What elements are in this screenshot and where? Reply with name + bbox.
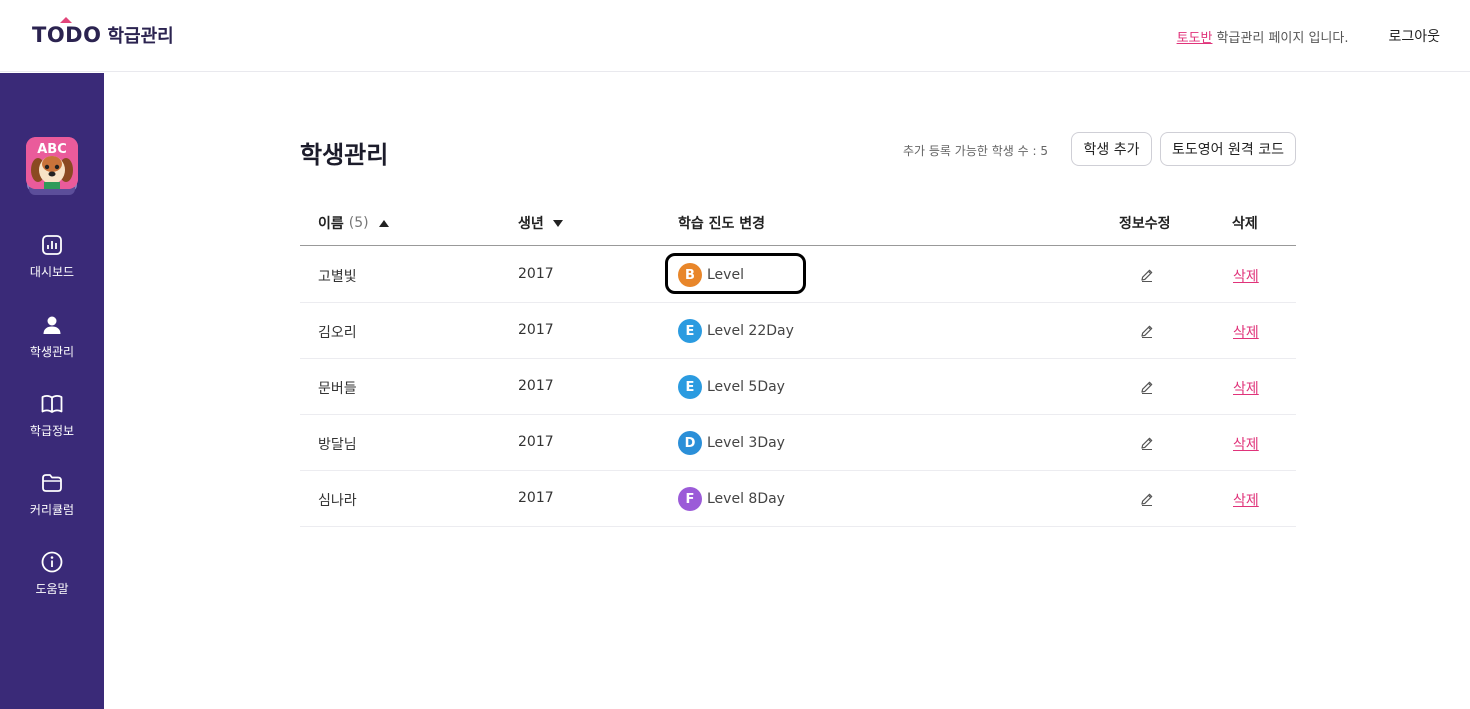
sidebar-item-label: 커리큘럼 xyxy=(29,503,75,517)
column-header-delete: 삭제 xyxy=(1232,213,1258,233)
page-title: 학생관리 xyxy=(300,141,389,169)
sidebar-item-label: 학급정보 xyxy=(29,424,75,438)
delete-link[interactable]: 삭제 xyxy=(1233,322,1259,342)
edit-pencil-icon[interactable] xyxy=(1139,491,1155,507)
column-name-sort[interactable]: 이름 (5) xyxy=(318,213,389,233)
level-text: Level 8Day xyxy=(707,491,785,507)
birth-year: 2017 xyxy=(518,490,554,506)
column-header-name: 이름 xyxy=(318,216,344,232)
delete-link[interactable]: 삭제 xyxy=(1233,266,1259,286)
avatar-dog-image: ABC xyxy=(26,137,78,189)
column-year-sort[interactable]: 생년 xyxy=(518,213,563,233)
capacity-text: 추가 등록 가능한 학생 수 : 5 xyxy=(903,144,1048,158)
column-header-progress-label: 학습 진도 변경 xyxy=(678,216,766,232)
student-name: 문버들 xyxy=(318,381,357,397)
info-icon xyxy=(41,551,63,573)
logout-button[interactable]: 로그아웃 xyxy=(1388,26,1440,46)
edit-pencil-icon[interactable] xyxy=(1139,379,1155,395)
level-change-button[interactable]: F Level 8Day xyxy=(678,487,785,511)
header-right: 토도반 학급관리 페이지 입니다. 로그아웃 xyxy=(1177,26,1440,46)
sidebar-item-label: 대시보드 xyxy=(29,265,75,279)
sidebar-item-label: 도움말 xyxy=(35,582,69,596)
level-change-button[interactable]: E Level 22Day xyxy=(678,319,794,343)
column-header-progress: 학습 진도 변경 xyxy=(678,213,765,233)
sidebar-item-curriculum[interactable]: 커리큘럼 xyxy=(0,471,104,518)
level-change-button[interactable]: B Level xyxy=(678,263,744,287)
level-text: Level 5Day xyxy=(707,379,785,395)
birth-year: 2017 xyxy=(518,266,554,282)
column-header-delete-label: 삭제 xyxy=(1232,216,1258,232)
level-change-button[interactable]: D Level 3Day xyxy=(678,431,785,455)
book-icon xyxy=(41,395,63,413)
dog-illustration: ABC xyxy=(26,137,78,189)
sort-ascending-icon xyxy=(378,219,389,227)
column-header-edit: 정보수정 xyxy=(1119,213,1171,233)
sidebar-item-class-info[interactable]: 학급정보 xyxy=(0,392,104,439)
level-badge: E xyxy=(678,375,702,399)
edit-pencil-icon[interactable] xyxy=(1139,435,1155,451)
level-badge: B xyxy=(678,263,702,287)
level-badge: E xyxy=(678,319,702,343)
sidebar-item-dashboard[interactable]: 대시보드 xyxy=(0,233,104,280)
level-badge: D xyxy=(678,431,702,455)
logo-todo: TODO xyxy=(32,17,102,47)
column-header-edit-label: 정보수정 xyxy=(1119,216,1171,232)
sidebar-item-help[interactable]: 도움말 xyxy=(0,550,104,597)
folder-icon xyxy=(42,474,62,492)
delete-link[interactable]: 삭제 xyxy=(1233,434,1259,454)
delete-link[interactable]: 삭제 xyxy=(1233,378,1259,398)
student-name: 김오리 xyxy=(318,325,357,341)
birth-year: 2017 xyxy=(518,378,554,394)
logo-text: TODO xyxy=(32,23,102,47)
top-header: TODO 학급관리 토도반 학급관리 페이지 입니다. 로그아웃 xyxy=(0,0,1470,72)
logo[interactable]: TODO 학급관리 xyxy=(32,17,174,48)
table-row: 고별빛 2017 B Level 삭제 xyxy=(300,247,1296,303)
level-text: Level 22Day xyxy=(707,323,794,339)
sort-descending-icon xyxy=(552,219,563,227)
add-student-button[interactable]: 학생 추가 xyxy=(1071,132,1152,166)
dashboard-icon xyxy=(42,235,62,255)
student-name: 심나라 xyxy=(318,493,357,509)
level-text: Level 3Day xyxy=(707,435,785,451)
user-icon xyxy=(43,316,61,334)
delete-link[interactable]: 삭제 xyxy=(1233,490,1259,510)
edit-pencil-icon[interactable] xyxy=(1139,323,1155,339)
class-avatar[interactable]: ABC xyxy=(26,137,78,197)
remote-code-button[interactable]: 토도영어 원격 코드 xyxy=(1160,132,1296,166)
table-row: 방달님 2017 D Level 3Day 삭제 xyxy=(300,415,1296,471)
sidebar: ABC 대시보드 학생관리 학급정보 커리큘럼 도움말 xyxy=(0,73,104,709)
logo-hat-icon xyxy=(60,17,72,23)
table-row: 문버들 2017 E Level 5Day 삭제 xyxy=(300,359,1296,415)
birth-year: 2017 xyxy=(518,322,554,338)
level-badge: F xyxy=(678,487,702,511)
class-page-caption: 학급관리 페이지 입니다. xyxy=(1216,30,1349,46)
avatar-abc-text: ABC xyxy=(37,142,67,157)
table-row: 심나라 2017 F Level 8Day 삭제 xyxy=(300,471,1296,527)
birth-year: 2017 xyxy=(518,434,554,450)
level-text: Level xyxy=(707,267,744,283)
logo-subtitle: 학급관리 xyxy=(107,26,174,47)
table-row: 김오리 2017 E Level 22Day 삭제 xyxy=(300,303,1296,359)
sidebar-item-students[interactable]: 학생관리 xyxy=(0,313,104,360)
class-name-link[interactable]: 토도반 xyxy=(1177,27,1213,46)
column-header-year: 생년 xyxy=(518,216,544,232)
student-name: 고별빛 xyxy=(318,269,357,285)
edit-pencil-icon[interactable] xyxy=(1139,267,1155,283)
table-header: 이름 (5) 생년 학습 진도 변경 정보수정 삭제 xyxy=(300,198,1296,246)
level-change-button[interactable]: E Level 5Day xyxy=(678,375,785,399)
sidebar-item-label: 학생관리 xyxy=(29,345,75,359)
student-name: 방달님 xyxy=(318,437,357,453)
student-count: (5) xyxy=(348,215,369,231)
